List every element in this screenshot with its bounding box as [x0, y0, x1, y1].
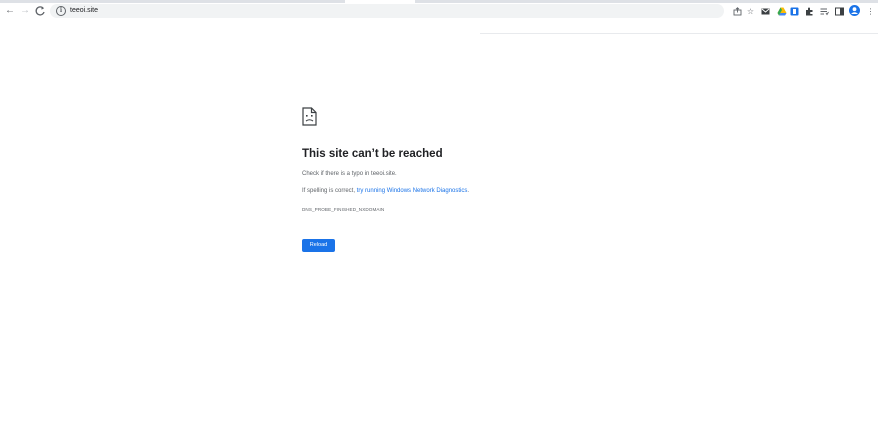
error-title: This site can’t be reached	[302, 148, 443, 160]
share-icon[interactable]	[733, 7, 742, 16]
sad-document-icon	[302, 107, 317, 131]
bookmark-star-icon[interactable]: ☆	[746, 7, 755, 16]
address-bar[interactable]: i teeoi.site	[50, 4, 724, 18]
forward-icon[interactable]: →	[18, 4, 32, 18]
reading-list-icon[interactable]	[820, 7, 829, 16]
drive-extension-icon[interactable]	[777, 7, 787, 16]
typo-hint: Check if there is a typo in teeoi.site.	[302, 171, 397, 177]
reload-button[interactable]: Reload	[302, 239, 335, 252]
extension-blue-icon[interactable]	[790, 7, 799, 16]
error-code: DNS_PROBE_FINISHED_NXDOMAIN	[302, 207, 385, 212]
diagnostics-hint: If spelling is correct, try running Wind…	[302, 188, 469, 194]
address-url: teeoi.site	[70, 7, 99, 14]
content-divider	[480, 33, 878, 34]
side-panel-icon[interactable]	[835, 7, 844, 16]
gmail-extension-icon[interactable]	[761, 7, 770, 16]
menu-kebab-icon[interactable]: ⋮	[866, 7, 875, 16]
profile-avatar-icon[interactable]	[849, 5, 860, 16]
back-icon[interactable]: ←	[3, 4, 17, 18]
extensions-puzzle-icon[interactable]	[805, 7, 814, 16]
browser-toolbar: ← → i teeoi.site ☆ ⋮	[0, 3, 878, 20]
diagnostics-prefix: If spelling is correct,	[302, 188, 357, 194]
diagnostics-suffix: .	[467, 188, 470, 194]
network-diagnostics-link[interactable]: try running Windows Network Diagnostics	[357, 188, 468, 194]
reload-icon[interactable]	[33, 4, 47, 18]
site-info-icon[interactable]: i	[56, 6, 66, 16]
